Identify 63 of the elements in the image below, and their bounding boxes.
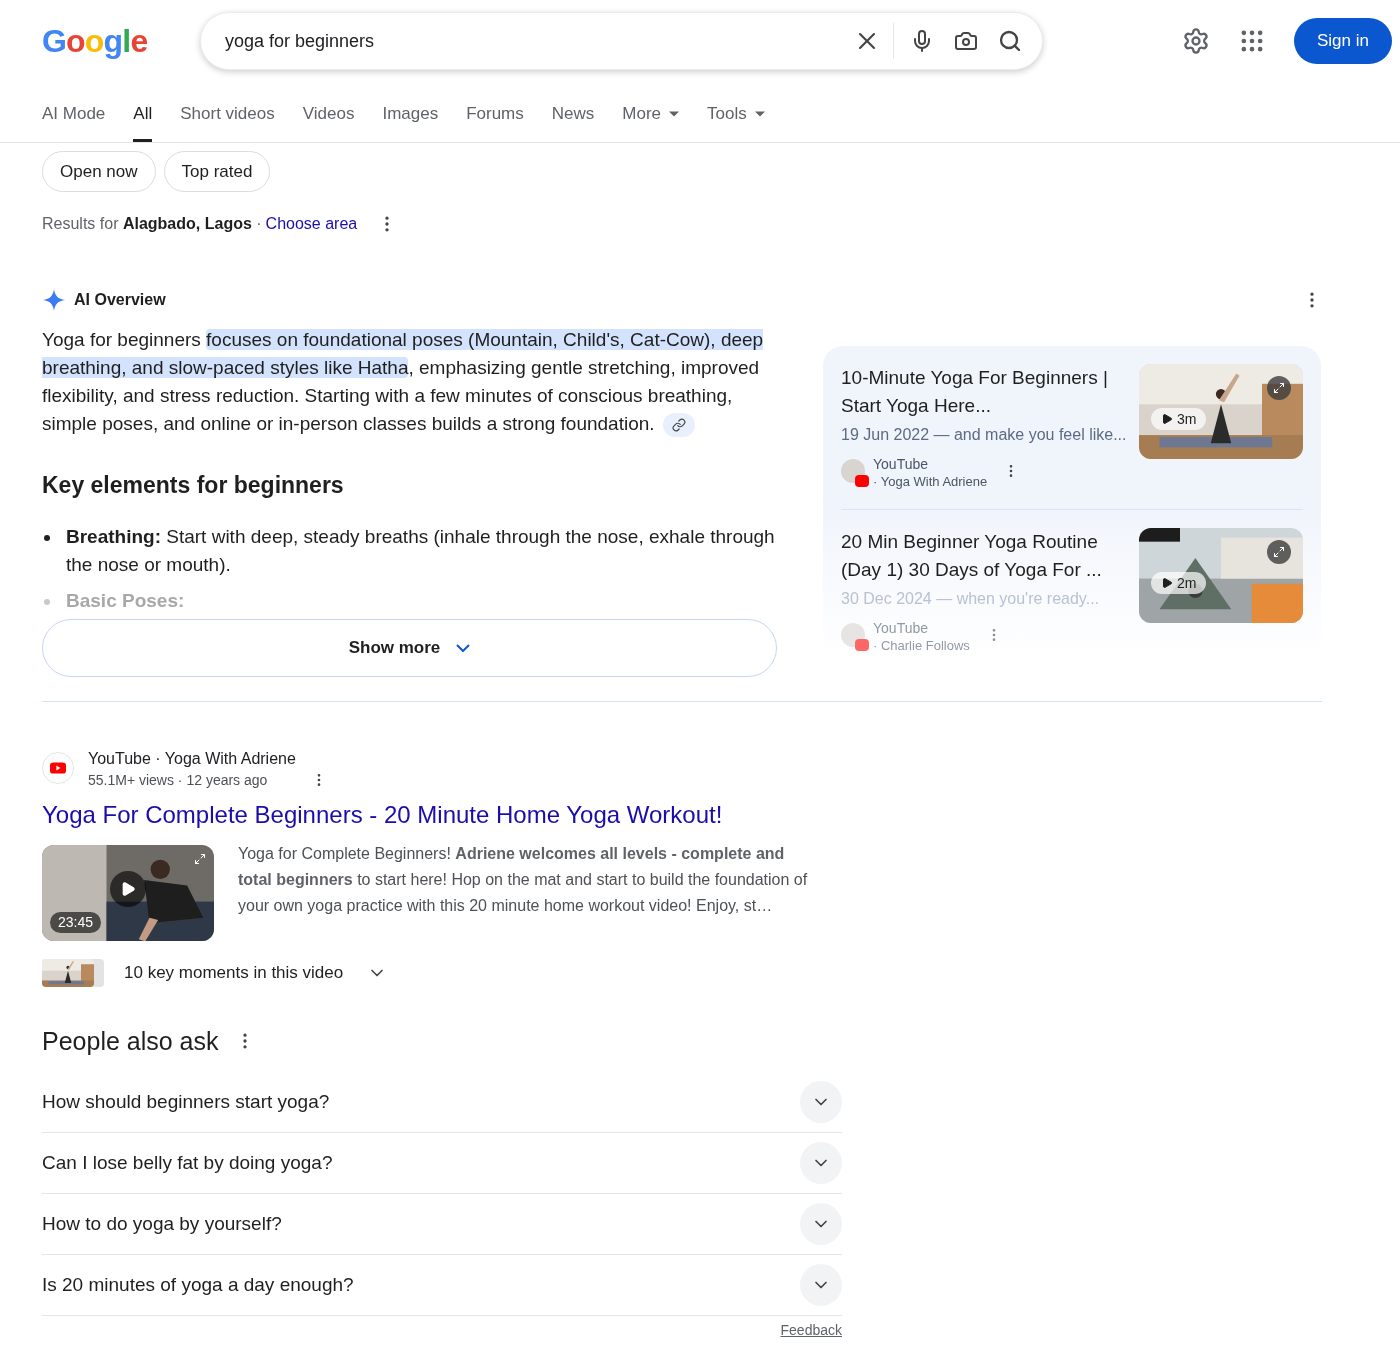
source-name: YouTube bbox=[873, 455, 929, 473]
youtube-icon bbox=[855, 639, 869, 651]
dropdown-arrow-icon bbox=[669, 110, 680, 117]
question-item[interactable]: Can I lose belly fat by doing yoga? bbox=[42, 1133, 842, 1194]
search-tab[interactable]: Tools bbox=[707, 96, 765, 142]
sign-in-button[interactable]: Sign in bbox=[1294, 18, 1392, 64]
ai-overview-title: AI Overview bbox=[74, 290, 166, 310]
expand-chevron-icon bbox=[800, 1081, 842, 1123]
question-item[interactable]: How should beginners start yoga? bbox=[42, 1072, 842, 1133]
expand-chevron-icon bbox=[800, 1264, 842, 1306]
bullet-icon bbox=[44, 598, 50, 605]
search-tab[interactable]: News bbox=[551, 96, 595, 142]
search-field[interactable]: yoga for beginners bbox=[225, 27, 853, 55]
duration-badge: 3m bbox=[1151, 408, 1207, 430]
bullet-icon bbox=[44, 534, 50, 541]
dropdown-arrow-icon bbox=[754, 110, 765, 117]
video-thumbnail[interactable]: 23:45 bbox=[42, 844, 214, 941]
search-tab[interactable]: All bbox=[133, 96, 153, 142]
people-also-ask-heading: People also ask bbox=[42, 1025, 219, 1057]
search-tab[interactable]: More bbox=[622, 96, 680, 142]
chevron-down-icon bbox=[456, 643, 471, 652]
search-bar[interactable]: yoga for beginners bbox=[200, 12, 1043, 70]
result-snippet: Yoga for Complete Beginners! Adriene welcomes all levels - complete and total beginners to start here! Hop on the mat and start to build the foundation of your own yoga practice with this 20 minute home workout video! Enjoy, st… bbox=[238, 843, 809, 916]
search-icon[interactable] bbox=[998, 29, 1022, 53]
channel-name: · Yoga With Adriene bbox=[873, 473, 988, 491]
search-tab[interactable]: AI Mode bbox=[42, 96, 106, 142]
expand-chevron-icon bbox=[800, 1203, 842, 1245]
overview-paragraph: Yoga for beginners focuses on foundational poses (Mountain, Child's, Cat-Cow), deep breathing, and slow-paced styles like Hatha, emphasizing gentle stretching, improved flexibility, and stress reduction. Starting with a few minutes of conscious breathing, simple poses, and online or in-person classes builds a strong foundation. bbox=[42, 326, 777, 438]
expand-icon[interactable] bbox=[194, 852, 206, 865]
location-text: Results for Alagbado, Lagos · bbox=[42, 214, 262, 234]
video-title[interactable]: 20 Min Beginner Yoga Routine (Day 1) 30 Days of Yoga For ... bbox=[841, 528, 1127, 584]
feedback-link[interactable]: Feedback bbox=[780, 1320, 842, 1341]
result-meta: 55.1M+ views · 12 years ago bbox=[88, 770, 268, 790]
bullet-text: Breathing: Start with deep, steady breaths (inhale through the nose, exhale through the nose or mouth). bbox=[66, 524, 776, 577]
sparkle-icon bbox=[42, 288, 66, 312]
google-logo[interactable]: Google bbox=[42, 17, 200, 65]
video-snippet: 30 Dec 2024 — when you're ready... bbox=[841, 589, 1100, 609]
key-moments-toggle[interactable]: 10 key moments in this video bbox=[124, 959, 388, 986]
result-source: YouTube · Yoga With Adriene bbox=[88, 748, 297, 769]
video-snippet: 19 Jun 2022 — and make you feel like... bbox=[841, 425, 1127, 445]
video-thumbnail[interactable]: 3m bbox=[1139, 364, 1303, 459]
question-item[interactable]: Is 20 minutes of yoga a day enough? bbox=[42, 1255, 842, 1316]
section-heading: Key elements for beginners bbox=[42, 471, 345, 500]
result-title-link[interactable]: Yoga For Complete Beginners - 20 Minute Home Yoga Workout! bbox=[42, 796, 820, 833]
question-item[interactable]: How to do yoga by yourself? bbox=[42, 1194, 842, 1255]
source-link-icon[interactable] bbox=[662, 413, 695, 437]
youtube-icon bbox=[855, 475, 869, 487]
duration-badge: 23:45 bbox=[50, 911, 102, 933]
video-thumbnail[interactable]: 2m bbox=[1139, 528, 1303, 623]
camera-icon[interactable] bbox=[954, 29, 978, 53]
search-tab[interactable]: Forums bbox=[466, 96, 524, 142]
choose-area-link[interactable]: Choose area bbox=[265, 212, 358, 236]
video-title[interactable]: 10-Minute Yoga For Beginners | Start Yoga Here... bbox=[841, 364, 1127, 420]
play-icon[interactable] bbox=[110, 870, 146, 907]
channel-name: · Charlie Follows bbox=[873, 637, 970, 655]
settings-icon[interactable] bbox=[1182, 27, 1210, 55]
search-tab[interactable]: Images bbox=[382, 96, 439, 142]
search-tab[interactable]: Videos bbox=[302, 96, 355, 142]
expand-chevron-icon bbox=[800, 1142, 842, 1184]
duration-badge: 2m bbox=[1151, 572, 1207, 594]
source-name: YouTube bbox=[873, 619, 929, 637]
search-tab[interactable]: Short videos bbox=[180, 96, 275, 142]
bullet-text: Basic Poses: bbox=[66, 588, 185, 611]
